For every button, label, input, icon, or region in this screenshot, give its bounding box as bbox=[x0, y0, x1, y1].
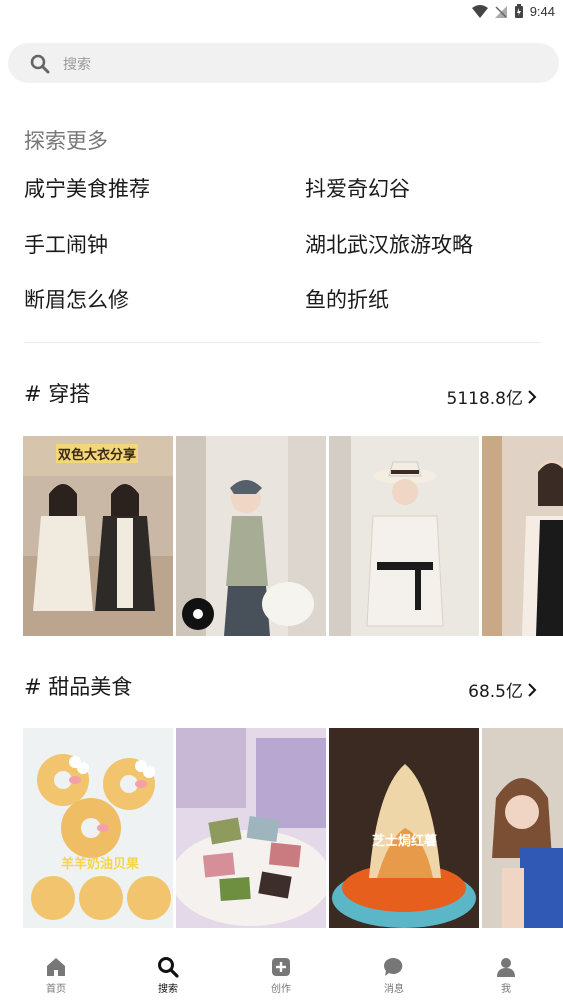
explore-item[interactable]: 咸宁美食推荐 bbox=[24, 173, 150, 203]
chevron-right-icon bbox=[528, 389, 537, 404]
section-count-outfit[interactable]: 5118.8亿 bbox=[447, 384, 537, 409]
search-bar[interactable]: 搜索 bbox=[8, 43, 559, 83]
message-icon bbox=[383, 957, 403, 976]
thumbnail-row-dessert: 羊羊奶油贝果 芝士焗红薯 bbox=[23, 728, 563, 928]
profile-icon bbox=[497, 958, 515, 977]
explore-item[interactable]: 鱼的折纸 bbox=[305, 284, 389, 314]
status-bar: 9:44 bbox=[0, 0, 563, 26]
explore-item[interactable]: 手工闹钟 bbox=[24, 229, 108, 259]
video-thumbnail[interactable]: 羊羊奶油贝果 bbox=[23, 728, 173, 928]
video-thumbnail[interactable] bbox=[482, 436, 563, 636]
section-title-dessert[interactable]: # 甜品美食 bbox=[24, 671, 132, 701]
chevron-right-icon bbox=[528, 682, 537, 697]
thumbnail-caption: 羊羊奶油贝果 bbox=[61, 857, 140, 872]
thumbnail-row-outfit: 双色大衣分享 bbox=[23, 436, 563, 636]
home-icon bbox=[47, 958, 65, 976]
create-icon bbox=[272, 958, 290, 976]
video-thumbnail[interactable]: 双色大衣分享 bbox=[23, 436, 173, 636]
tab-label: 搜索 bbox=[158, 984, 178, 995]
tab-profile[interactable]: 我 bbox=[466, 946, 546, 1000]
tab-label: 创作 bbox=[271, 984, 291, 995]
tab-messages[interactable]: 消息 bbox=[354, 946, 434, 1000]
status-icons: 9:44 bbox=[471, 4, 555, 19]
signal-off-icon bbox=[494, 5, 507, 18]
video-thumbnail[interactable] bbox=[176, 728, 326, 928]
search-icon bbox=[158, 957, 179, 978]
video-thumbnail[interactable] bbox=[482, 728, 563, 928]
explore-title: 探索更多 bbox=[24, 129, 108, 153]
video-thumbnail[interactable] bbox=[176, 436, 326, 636]
divider bbox=[24, 342, 542, 343]
thumbnail-caption: 双色大衣分享 bbox=[56, 444, 139, 463]
explore-item[interactable]: 湖北武汉旅游攻略 bbox=[305, 229, 473, 259]
tab-search[interactable]: 搜索 bbox=[128, 946, 208, 1000]
search-icon bbox=[30, 54, 50, 74]
tab-create[interactable]: 创作 bbox=[241, 946, 321, 1000]
explore-item[interactable]: 断眉怎么修 bbox=[24, 284, 129, 314]
explore-item[interactable]: 抖爱奇幻谷 bbox=[305, 173, 410, 203]
tab-home[interactable]: 首页 bbox=[16, 946, 96, 1000]
thumbnail-caption: 芝士焗红薯 bbox=[372, 834, 438, 849]
tab-label: 首页 bbox=[46, 984, 66, 995]
search-input[interactable]: 搜索 bbox=[63, 54, 91, 74]
video-thumbnail[interactable]: 芝士焗红薯 bbox=[329, 728, 479, 928]
bottom-tab-bar: 首页 搜索 创作 消息 我 bbox=[0, 946, 563, 1000]
count-text: 68.5亿 bbox=[468, 682, 523, 702]
tab-label: 我 bbox=[501, 984, 511, 995]
tab-label: 消息 bbox=[384, 984, 404, 995]
section-title-outfit[interactable]: # 穿搭 bbox=[24, 378, 90, 408]
video-thumbnail[interactable] bbox=[329, 436, 479, 636]
wifi-icon bbox=[471, 4, 488, 18]
count-text: 5118.8亿 bbox=[446, 389, 523, 409]
status-time: 9:44 bbox=[529, 4, 555, 19]
section-count-dessert[interactable]: 68.5亿 bbox=[468, 677, 537, 702]
battery-icon bbox=[514, 4, 523, 18]
